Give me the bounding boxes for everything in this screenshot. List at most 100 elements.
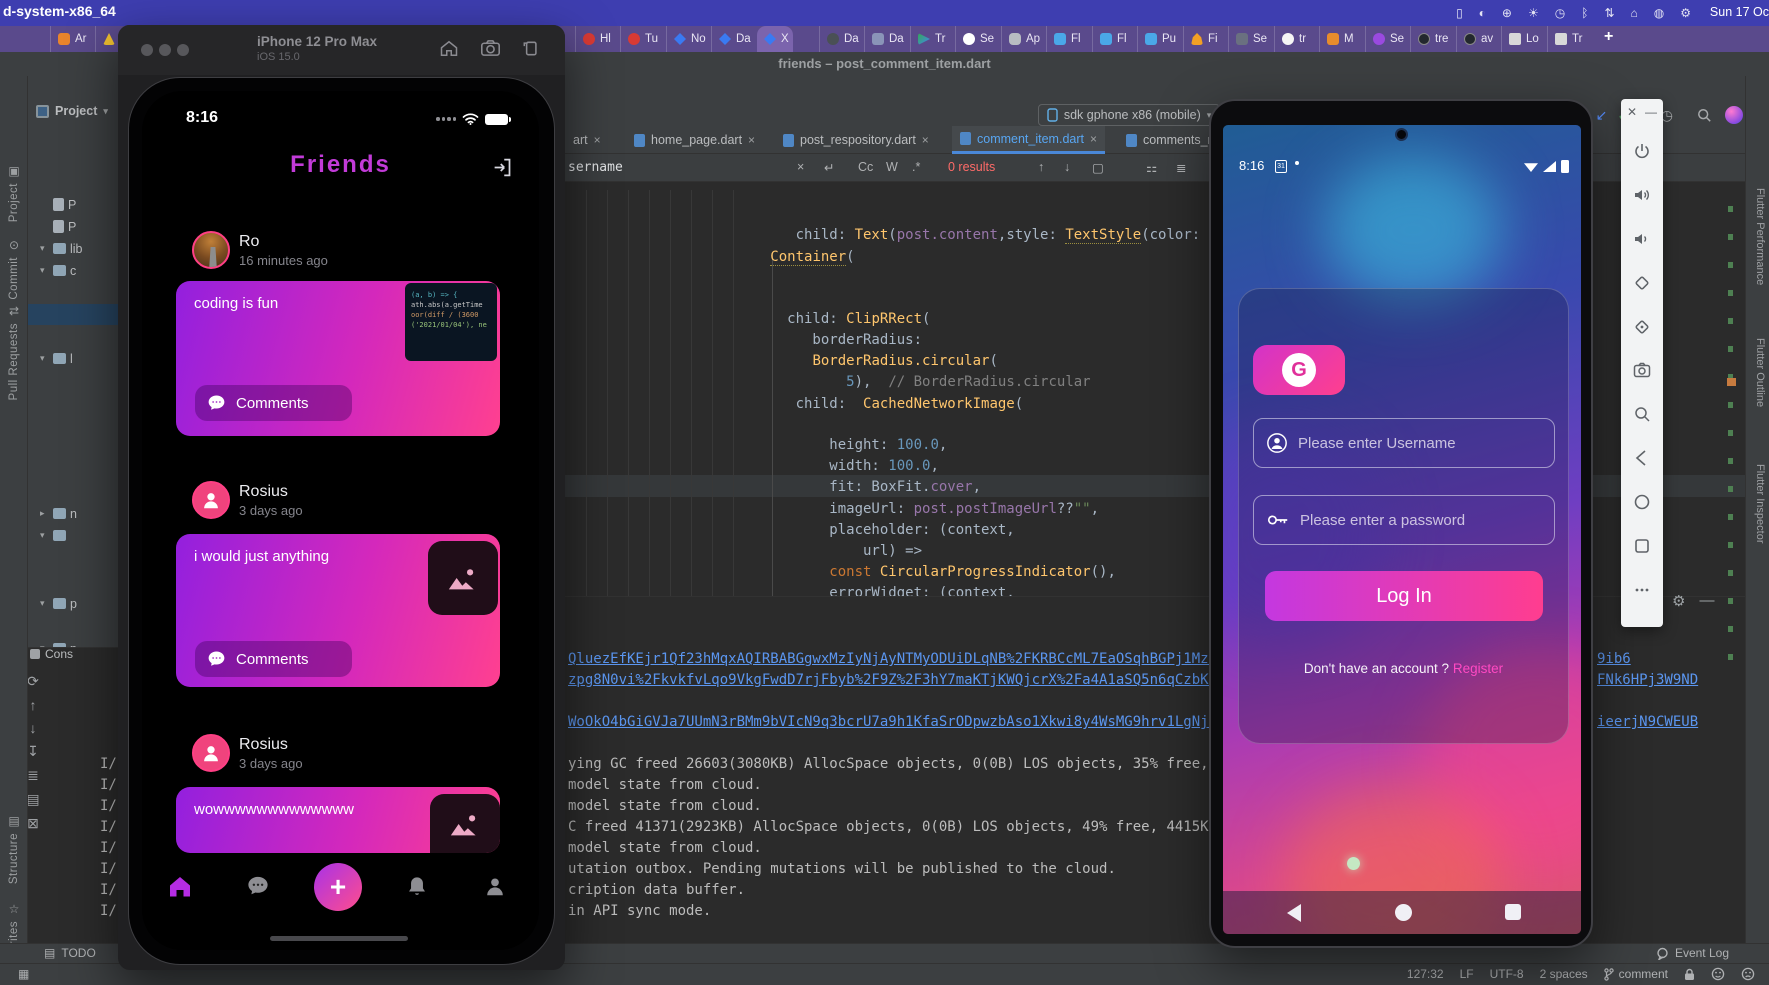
chat-tab-icon[interactable]: [246, 875, 270, 897]
git-update-icon[interactable]: ↙: [1596, 108, 1608, 122]
console-link[interactable]: zpg8N0vi%2FkvkfvLqo9VkgFwdD7rjFbyb%2F9Z%…: [568, 670, 1251, 691]
browser-tab[interactable]: Lo: [1501, 26, 1543, 52]
toolwindow-tab-pull-requests[interactable]: ⇄Pull Requests: [0, 304, 28, 400]
menubar-status-icon[interactable]: ⇅: [1604, 6, 1614, 20]
browser-tab[interactable]: Ap: [1001, 26, 1044, 52]
username-input[interactable]: [1298, 435, 1538, 452]
browser-tab[interactable]: Da: [864, 26, 908, 52]
chevron-icon[interactable]: ▾: [40, 598, 49, 609]
code-line[interactable]: width: 100.0,: [568, 456, 939, 477]
login-button[interactable]: Log In: [1265, 571, 1543, 621]
menubar-status-icon[interactable]: ◍: [1654, 6, 1664, 20]
new-tab-button[interactable]: +: [1604, 28, 1613, 46]
avatar[interactable]: [192, 481, 230, 519]
browser-tab[interactable]: Tr: [910, 26, 949, 52]
browser-tab[interactable]: av: [1456, 26, 1497, 52]
menubar-status-icon[interactable]: ☀: [1528, 6, 1539, 20]
words-toggle[interactable]: W: [886, 160, 898, 174]
clear-search-icon[interactable]: ×: [797, 160, 804, 174]
code-line[interactable]: Container(: [568, 247, 855, 268]
notifications-tab-icon[interactable]: [406, 875, 428, 898]
close-window-button[interactable]: [141, 44, 153, 56]
menubar-status-icon[interactable]: ▯: [1456, 6, 1463, 20]
code-line[interactable]: child: Text(post.content,style: TextStyl…: [568, 225, 1225, 246]
close-tab-icon[interactable]: ×: [922, 133, 929, 147]
browser-tab[interactable]: Pu: [1137, 26, 1180, 52]
menubar-status-icon[interactable]: ⊕: [1502, 6, 1512, 20]
power-button[interactable]: [1633, 142, 1651, 160]
line-ending[interactable]: LF: [1460, 967, 1474, 981]
chevron-icon[interactable]: ▾: [40, 530, 49, 541]
home-button[interactable]: [1633, 493, 1651, 511]
register-link[interactable]: Register: [1453, 661, 1503, 676]
code-line[interactable]: child: ClipRRect(: [568, 309, 930, 330]
find-prev-icon[interactable]: ↑: [1038, 160, 1044, 174]
code-line[interactable]: borderRadius:: [568, 330, 922, 351]
toolwindow-tab-flutter-outline[interactable]: Flutter Outline: [1750, 338, 1766, 407]
chevron-icon[interactable]: ▾: [40, 353, 49, 364]
close-tab-icon[interactable]: ×: [594, 133, 601, 147]
console-link[interactable]: QluezEfKEjr1Qf23hMqxAQIRBABGgwxMzIyNjAyN…: [568, 649, 1251, 670]
project-panel-header[interactable]: Project ▾: [36, 104, 108, 118]
browser-tab[interactable]: Se: [1365, 26, 1408, 52]
browser-tab[interactable]: Da: [711, 26, 755, 52]
lock-icon[interactable]: [1684, 968, 1695, 981]
browser-tab[interactable]: M: [1319, 26, 1358, 52]
post-card[interactable]: coding is fun (a, b) => { ath.abs(a.getT…: [176, 281, 500, 436]
console-link[interactable]: FNk6HPj3W9ND: [1597, 670, 1698, 691]
find-menu-icon[interactable]: ≣: [1176, 160, 1186, 175]
indent-setting[interactable]: 2 spaces: [1540, 967, 1588, 981]
browser-tab[interactable]: Fi: [1183, 26, 1222, 52]
find-query[interactable]: sername: [568, 160, 623, 175]
home-tab-icon[interactable]: [168, 875, 192, 898]
post-image[interactable]: (a, b) => { ath.abs(a.getTime oor(diff /…: [405, 283, 497, 361]
simulator-titlebar[interactable]: iPhone 12 Pro Max iOS 15.0: [118, 25, 565, 75]
google-signin-button[interactable]: G: [1253, 345, 1345, 395]
password-input[interactable]: [1300, 512, 1540, 529]
console-tab[interactable]: Cons: [30, 647, 73, 661]
code-line[interactable]: const CircularProgressIndicator(),: [568, 562, 1116, 583]
browser-tab[interactable]: Fl: [1092, 26, 1131, 52]
menubar-status-icon[interactable]: ◐: [1479, 6, 1486, 20]
console-link[interactable]: WoOkO4bGiGVJa7UUmN3rBMm9bVIcN9q3bcrU7a9h…: [568, 712, 1251, 733]
browser-tab[interactable]: Tu: [620, 26, 662, 52]
more-options-button[interactable]: [1633, 581, 1651, 599]
avatar[interactable]: [192, 734, 230, 772]
minimize-icon[interactable]: —: [1645, 105, 1657, 119]
menubar-status-icons[interactable]: ▯◐⊕☀◷ᛒ⇅⌂◍⚙: [1456, 0, 1691, 26]
caret-position[interactable]: 127:32: [1407, 967, 1444, 981]
settings-gear-icon[interactable]: ⚙: [1672, 592, 1685, 610]
new-line-icon[interactable]: ↵: [824, 160, 834, 175]
browser-tab[interactable]: No: [666, 26, 710, 52]
git-branch[interactable]: comment: [1604, 967, 1668, 981]
code-line[interactable]: 5), // BorderRadius.circular: [568, 372, 1091, 393]
close-icon[interactable]: ✕: [1627, 105, 1637, 119]
user-avatar[interactable]: [1725, 106, 1743, 124]
zoom-button[interactable]: [1633, 405, 1651, 423]
back-button[interactable]: [1633, 449, 1651, 467]
hide-panel-icon[interactable]: —: [1699, 592, 1714, 610]
toolwindow-tab-commit[interactable]: ⊙Commit: [0, 238, 28, 300]
toolwindow-tab-structure[interactable]: ▤Structure: [0, 814, 28, 884]
comments-button[interactable]: Comments: [195, 641, 352, 677]
home-indicator[interactable]: [270, 936, 408, 941]
browser-tab[interactable]: Ar: [50, 26, 91, 52]
home-button[interactable]: [440, 40, 458, 57]
match-case-toggle[interactable]: Cc: [858, 160, 873, 174]
browser-tab[interactable]: X: [757, 26, 793, 52]
code-line[interactable]: height: 100.0,: [568, 435, 947, 456]
editor-tab[interactable]: art×: [565, 126, 609, 154]
volume-down-button[interactable]: [1633, 230, 1651, 248]
add-post-button[interactable]: +: [314, 863, 362, 911]
toolwindow-tab-flutter-performance[interactable]: Flutter Performance: [1750, 188, 1766, 285]
browser-tab[interactable]: Da: [819, 26, 863, 52]
chevron-icon[interactable]: ▾: [40, 243, 49, 254]
comments-button[interactable]: Comments: [195, 385, 352, 421]
browser-tab[interactable]: tre: [1410, 26, 1452, 52]
browser-tab[interactable]: Se: [1228, 26, 1271, 52]
code-line[interactable]: child: CachedNetworkImage(: [568, 394, 1023, 415]
menubar-status-icon[interactable]: ◷: [1555, 6, 1565, 20]
browser-tab[interactable]: tr: [1274, 26, 1310, 52]
editor-tab[interactable]: post_respository.dart×: [775, 126, 937, 154]
console-link[interactable]: 9ib6: [1597, 649, 1631, 670]
